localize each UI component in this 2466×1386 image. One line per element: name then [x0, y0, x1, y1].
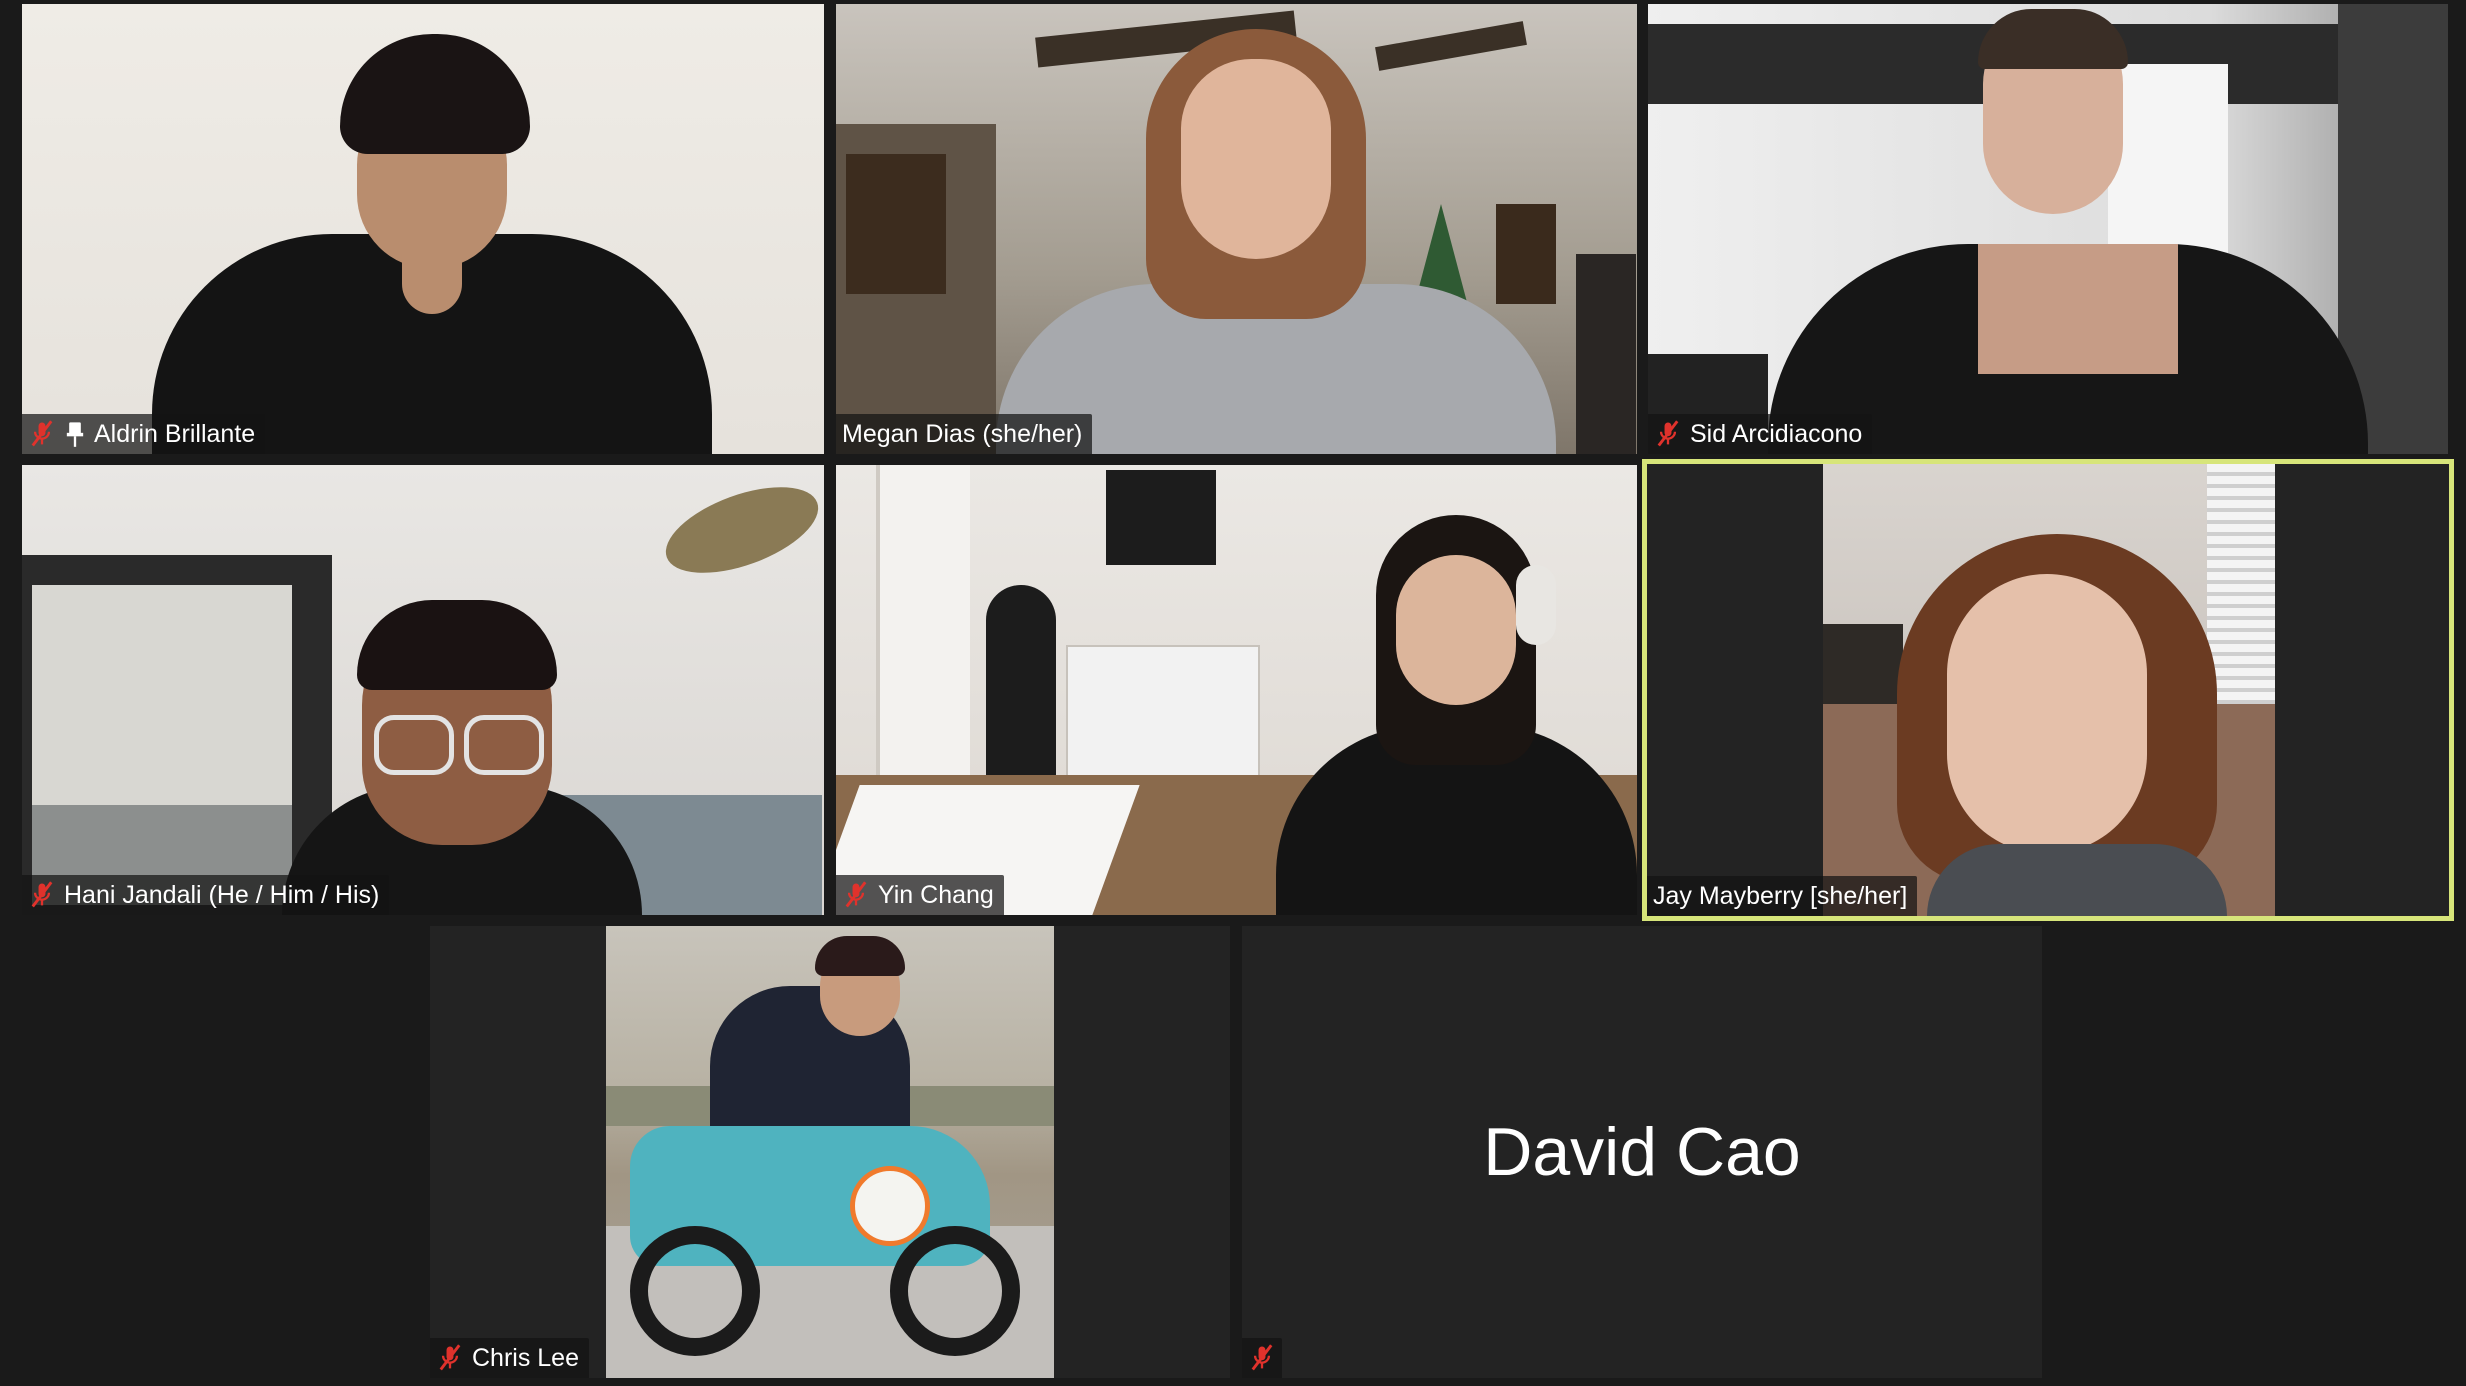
video-feed	[836, 4, 1637, 454]
participant-label	[1242, 1338, 1282, 1378]
participant-label: Chris Lee	[430, 1338, 589, 1378]
video-tile-megan[interactable]: Megan Dias (she/her)	[836, 4, 1637, 454]
video-tile-jay-active-speaker[interactable]: Jay Mayberry [she/her]	[1642, 459, 2454, 921]
mic-muted-icon	[439, 1344, 461, 1371]
video-feed	[430, 926, 1230, 1378]
video-feed	[836, 465, 1637, 915]
video-tile-sid[interactable]: Sid Arcidiacono	[1648, 4, 2448, 454]
participant-label: Hani Jandali (He / Him / His)	[22, 875, 390, 915]
participant-label: Yin Chang	[836, 875, 1004, 915]
video-tile-yin[interactable]: Yin Chang	[836, 465, 1637, 915]
participant-name: Megan Dias (she/her)	[842, 420, 1083, 448]
participant-label: Jay Mayberry [she/her]	[1647, 876, 1918, 916]
participant-name: Aldrin Brillante	[94, 420, 256, 448]
video-feed	[22, 4, 824, 454]
participant-label: Sid Arcidiacono	[1648, 414, 1873, 454]
video-feed	[22, 465, 824, 915]
video-tile-hani[interactable]: Hani Jandali (He / Him / His)	[22, 465, 824, 915]
mic-muted-icon	[845, 881, 867, 908]
video-feed	[1647, 464, 2449, 916]
video-tile-aldrin[interactable]: Aldrin Brillante	[22, 4, 824, 454]
mic-muted-icon	[31, 881, 53, 908]
video-tile-david[interactable]: David Cao	[1242, 926, 2042, 1378]
mic-muted-icon	[1657, 420, 1679, 447]
participant-label: Megan Dias (she/her)	[836, 414, 1093, 454]
participant-name: Sid Arcidiacono	[1690, 420, 1863, 448]
participant-name: Jay Mayberry [she/her]	[1653, 882, 1908, 910]
video-feed	[1648, 4, 2448, 454]
mic-muted-icon	[1251, 1344, 1273, 1371]
participant-name: Hani Jandali (He / Him / His)	[64, 881, 380, 909]
participant-name: Yin Chang	[878, 881, 994, 909]
pin-icon	[66, 422, 84, 447]
participant-name: Chris Lee	[472, 1344, 579, 1372]
participant-name-placeholder: David Cao	[1483, 1114, 1801, 1190]
participant-label: Aldrin Brillante	[22, 414, 266, 454]
video-tile-chris[interactable]: Chris Lee	[430, 926, 1230, 1378]
mic-muted-icon	[31, 420, 53, 447]
